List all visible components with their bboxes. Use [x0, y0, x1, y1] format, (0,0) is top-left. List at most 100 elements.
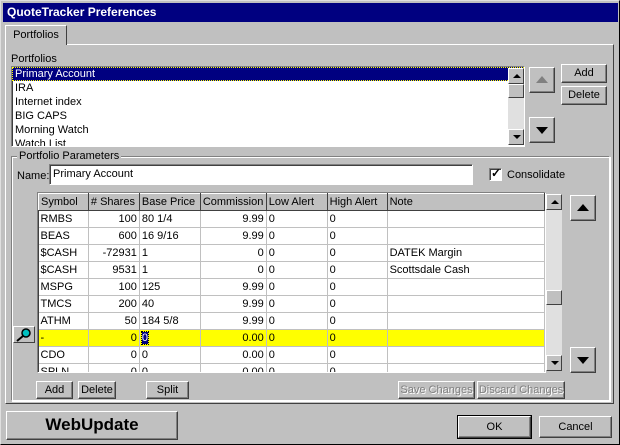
table-cell[interactable]: 9.99	[200, 210, 267, 228]
table-row[interactable]: ATHM 50 184 5/8 9.99 0 0	[38, 312, 545, 330]
portfolio-name-field[interactable]: Primary Account	[49, 164, 473, 185]
table-cell[interactable]: 9531	[88, 261, 140, 279]
table-cell[interactable]: 0	[327, 278, 388, 296]
table-cell[interactable]: $CASH	[38, 244, 89, 262]
table-cell[interactable]: 0	[266, 363, 328, 372]
table-row[interactable]: $CASH 9531 1 0 0 0 Scottsdale Cash	[38, 261, 545, 279]
column-header[interactable]: Low Alert	[265, 193, 328, 211]
move-portfolio-down-button[interactable]	[529, 117, 555, 143]
table-cell[interactable]: 100	[88, 278, 140, 296]
table-cell[interactable]: 100	[88, 210, 140, 228]
table-row[interactable]: $CASH -72931 1 0 0 0 DATEK Margin	[38, 244, 545, 262]
table-cell[interactable]: ATHM	[38, 312, 89, 330]
table-cell[interactable]	[387, 346, 545, 364]
table-cell[interactable]: 1	[139, 261, 201, 279]
scroll-thumb[interactable]	[508, 84, 524, 98]
table-cell[interactable]: 0	[327, 346, 388, 364]
table-cell[interactable]: 9.99	[200, 312, 267, 330]
split-button[interactable]: Split	[146, 381, 189, 399]
portfolio-list-scrollbar[interactable]	[508, 68, 524, 145]
table-cell[interactable]	[387, 227, 545, 245]
table-cell[interactable]: 0	[327, 244, 388, 262]
table-cell[interactable]: 0	[200, 244, 267, 262]
ok-button[interactable]: OK	[457, 415, 532, 439]
table-cell[interactable]: 184 5/8	[139, 312, 201, 330]
table-cell[interactable]: MSPG	[38, 278, 89, 296]
table-cell[interactable]: 0	[266, 295, 328, 313]
table-cell[interactable]: CDO	[38, 346, 89, 364]
grid-scrollbar[interactable]	[546, 194, 562, 371]
column-header[interactable]: Commission	[199, 193, 267, 211]
table-cell[interactable]: 9.99	[200, 295, 267, 313]
table-cell[interactable]: 0	[327, 363, 388, 372]
scroll-up-button[interactable]	[508, 68, 524, 84]
table-cell[interactable]: 0	[327, 227, 388, 245]
move-portfolio-up-button[interactable]	[529, 67, 555, 93]
table-cell[interactable]: TMCS	[38, 295, 89, 313]
scroll-down-button[interactable]	[546, 355, 562, 371]
table-cell[interactable]: 0	[266, 312, 328, 330]
move-row-down-button[interactable]	[570, 347, 596, 373]
list-item[interactable]: Morning Watch	[12, 123, 524, 137]
discard-changes-button[interactable]: Discard Changes	[477, 381, 565, 399]
table-cell[interactable]	[387, 295, 545, 313]
cell-editor-value[interactable]: 0	[140, 331, 150, 345]
portfolio-list[interactable]: Primary Account IRA Internet index BIG C…	[11, 66, 525, 147]
table-cell[interactable]: -	[38, 329, 89, 347]
add-row-button[interactable]: Add	[36, 381, 73, 399]
holdings-grid[interactable]: Symbol # Shares Base Price Commission Lo…	[37, 192, 546, 373]
table-cell[interactable]: 0	[200, 261, 267, 279]
table-cell[interactable]: BEAS	[38, 227, 89, 245]
table-cell[interactable]: 40	[139, 295, 201, 313]
table-cell[interactable]: SPLN	[38, 363, 89, 372]
table-cell[interactable]: 9.99	[200, 227, 267, 245]
table-cell[interactable]: DATEK Margin	[387, 244, 545, 262]
table-cell[interactable]: 1	[139, 244, 201, 262]
table-cell[interactable]: 16 9/16	[139, 227, 201, 245]
table-cell[interactable]: 0.00	[200, 346, 267, 364]
scroll-up-button[interactable]	[546, 194, 562, 210]
table-cell[interactable]: 0	[88, 346, 140, 364]
table-cell[interactable]: 0	[266, 244, 328, 262]
table-cell[interactable]: 200	[88, 295, 140, 313]
scroll-thumb[interactable]	[546, 290, 562, 305]
scroll-down-button[interactable]	[508, 129, 524, 145]
table-cell[interactable]: 0	[88, 363, 140, 372]
table-cell[interactable]: 0	[266, 329, 328, 347]
table-cell[interactable]: 0	[327, 210, 388, 228]
webupdate-button[interactable]: WebUpdate	[6, 411, 178, 440]
table-cell[interactable]: 0	[327, 295, 388, 313]
column-header[interactable]: Base Price	[138, 193, 201, 211]
table-cell[interactable]: 9.99	[200, 278, 267, 296]
table-cell[interactable]: 0	[327, 261, 388, 279]
list-item[interactable]: Watch List	[12, 137, 524, 146]
list-item[interactable]: Primary Account	[12, 67, 524, 81]
table-cell[interactable]: -72931	[88, 244, 140, 262]
tab-portfolios[interactable]: Portfolios	[5, 25, 67, 45]
table-cell[interactable]: 125	[139, 278, 201, 296]
save-changes-button[interactable]: Save Changes	[398, 381, 475, 399]
table-row[interactable]: MSPG 100 125 9.99 0 0	[38, 278, 545, 296]
table-cell[interactable]: Scottsdale Cash	[387, 261, 545, 279]
move-row-up-button[interactable]	[570, 195, 596, 221]
table-cell[interactable]: RMBS	[38, 210, 89, 228]
table-cell[interactable]: 0	[88, 329, 140, 347]
table-cell[interactable]: 0	[266, 346, 328, 364]
add-portfolio-button[interactable]: Add	[561, 64, 607, 83]
table-cell[interactable]: 80 1/4	[139, 210, 201, 228]
column-header[interactable]: High Alert	[326, 193, 388, 211]
column-header[interactable]: Symbol	[38, 193, 89, 211]
table-cell[interactable]: 0	[139, 363, 201, 372]
table-row[interactable]: TMCS 200 40 9.99 0 0	[38, 295, 545, 313]
list-item[interactable]: Internet index	[12, 95, 524, 109]
table-cell[interactable]	[387, 210, 545, 228]
table-cell[interactable]	[387, 312, 545, 330]
table-cell[interactable]: 0	[327, 329, 388, 347]
table-cell[interactable]: 0	[266, 261, 328, 279]
table-cell[interactable]: 0	[139, 329, 201, 347]
table-cell[interactable]: 0	[266, 227, 328, 245]
table-cell[interactable]: 600	[88, 227, 140, 245]
consolidate-checkbox[interactable]: ✓	[489, 166, 502, 181]
table-cell[interactable]: 0	[266, 210, 328, 228]
delete-row-button[interactable]: Delete	[78, 381, 116, 399]
